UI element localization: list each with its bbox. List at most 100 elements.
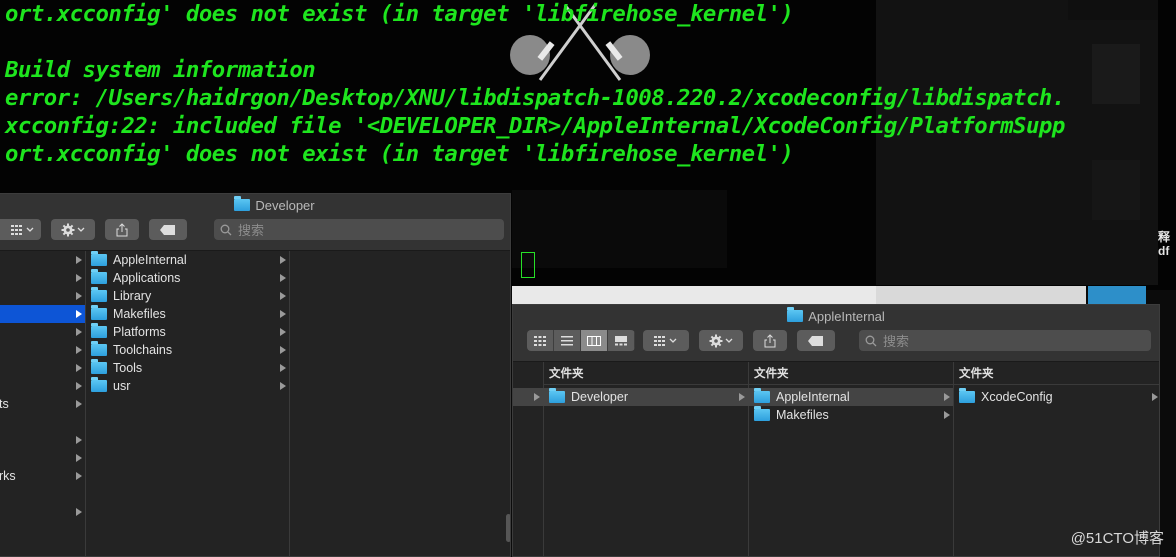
browser-column[interactable] <box>513 362 544 556</box>
browser-column[interactable]: ts rks <box>0 251 86 556</box>
list-item[interactable] <box>0 269 85 287</box>
list-item[interactable]: ts <box>0 395 85 413</box>
folder-icon <box>91 305 107 320</box>
browser-column[interactable]: AppleInternal Applications Library Makef… <box>85 251 290 556</box>
share-icon <box>116 222 128 236</box>
scrollbar-thumb[interactable] <box>506 514 510 542</box>
list-item-selected[interactable] <box>0 305 85 323</box>
finder-toolbar: AppleInternal 搜索 <box>513 305 1159 362</box>
folder-icon <box>91 377 107 392</box>
tags-button[interactable] <box>797 330 835 351</box>
chevron-right-icon <box>76 382 82 390</box>
gallery-view-icon[interactable] <box>608 330 635 351</box>
gear-icon <box>709 334 733 347</box>
list-item-appleinternal[interactable]: AppleInternal <box>748 388 953 406</box>
folder-icon <box>91 341 107 356</box>
browser-column[interactable]: 文件夹 Developer <box>543 362 749 556</box>
group-button[interactable] <box>0 219 41 240</box>
action-button[interactable] <box>51 219 95 240</box>
list-item-makefiles[interactable]: Makefiles <box>85 305 289 323</box>
background-window-text: 释 <box>1158 230 1171 244</box>
background-window-strip <box>1088 286 1146 304</box>
chevron-right-icon <box>76 274 82 282</box>
folder-icon <box>91 287 107 302</box>
chevron-right-icon <box>1152 393 1158 401</box>
chevron-right-icon <box>280 382 286 390</box>
grid-icon <box>11 224 34 235</box>
tag-icon <box>808 335 823 346</box>
list-item-usr[interactable]: usr <box>85 377 289 395</box>
grid-icon <box>654 335 677 346</box>
chevron-right-icon <box>280 256 286 264</box>
column-view-icon[interactable] <box>581 330 608 351</box>
list-item[interactable] <box>0 287 85 305</box>
chevron-right-icon <box>280 346 286 354</box>
chevron-right-icon <box>76 364 82 372</box>
browser-column[interactable]: 文件夹 AppleInternal Makefiles <box>748 362 954 556</box>
chevron-right-icon <box>76 400 82 408</box>
list-item-developer[interactable]: Developer <box>543 388 748 406</box>
search-icon <box>220 224 232 235</box>
finder-window-developer[interactable]: Developer 搜索 ts rks <box>0 193 511 557</box>
list-item-xcodeconfig[interactable]: XcodeConfig <box>953 388 1159 406</box>
folder-icon <box>91 269 107 284</box>
view-mode-control[interactable] <box>527 330 635 351</box>
share-button[interactable] <box>105 219 139 240</box>
list-item-appleinternal[interactable]: AppleInternal <box>85 251 289 269</box>
chevron-right-icon <box>280 328 286 336</box>
gear-icon <box>61 223 85 236</box>
list-item[interactable] <box>0 431 85 449</box>
chevron-right-icon <box>76 436 82 444</box>
list-item-applications[interactable]: Applications <box>85 269 289 287</box>
tags-button[interactable] <box>149 219 187 240</box>
browser-column[interactable] <box>289 251 510 556</box>
list-item[interactable] <box>0 323 85 341</box>
terminal-line: Build system information <box>5 57 316 83</box>
list-item-platforms[interactable]: Platforms <box>85 323 289 341</box>
search-input[interactable]: 搜索 <box>214 219 504 240</box>
folder-icon <box>959 388 975 403</box>
chevron-right-icon <box>76 346 82 354</box>
window-title: AppleInternal <box>513 307 1159 324</box>
list-item-selected[interactable] <box>513 388 543 406</box>
chevron-right-icon <box>76 508 82 516</box>
search-icon <box>865 335 877 346</box>
action-button[interactable] <box>699 330 743 351</box>
list-item-toolchains[interactable]: Toolchains <box>85 341 289 359</box>
list-item[interactable] <box>0 359 85 377</box>
background-window-strip <box>512 286 876 304</box>
list-item[interactable] <box>0 377 85 395</box>
terminal-line: xcconfig:22: included file '<DEVELOPER_D… <box>5 113 1065 139</box>
column-header: 文件夹 <box>748 362 953 385</box>
terminal-cursor <box>521 252 535 278</box>
list-item[interactable]: rks <box>0 467 85 485</box>
chevron-right-icon <box>76 256 82 264</box>
chevron-right-icon <box>944 393 950 401</box>
group-button[interactable] <box>643 330 689 351</box>
chevron-right-icon <box>280 274 286 282</box>
chevron-right-icon <box>534 393 540 401</box>
folder-icon <box>91 251 107 266</box>
chevron-right-icon <box>280 364 286 372</box>
finder-window-appleinternal[interactable]: AppleInternal 搜索 文件夹 Developer 文件夹 Apple… <box>512 304 1160 557</box>
list-item-tools[interactable]: Tools <box>85 359 289 377</box>
background-window-text: df <box>1158 244 1170 258</box>
icon-view-icon[interactable] <box>527 330 554 351</box>
terminal-line: ort.xcconfig' does not exist (in target … <box>5 1 794 27</box>
folder-icon <box>754 406 770 421</box>
folder-icon <box>91 323 107 338</box>
search-input[interactable]: 搜索 <box>859 330 1151 351</box>
list-view-icon[interactable] <box>554 330 581 351</box>
list-item-library[interactable]: Library <box>85 287 289 305</box>
column-header: 文件夹 <box>953 362 1159 385</box>
list-item-makefiles[interactable]: Makefiles <box>748 406 953 424</box>
tag-icon <box>160 224 175 235</box>
chevron-right-icon <box>280 292 286 300</box>
list-item[interactable] <box>0 341 85 359</box>
list-item[interactable] <box>0 449 85 467</box>
list-item[interactable] <box>0 503 85 521</box>
background-panel <box>1068 0 1158 20</box>
share-button[interactable] <box>753 330 787 351</box>
folder-icon <box>787 307 804 322</box>
list-item[interactable] <box>0 251 85 269</box>
